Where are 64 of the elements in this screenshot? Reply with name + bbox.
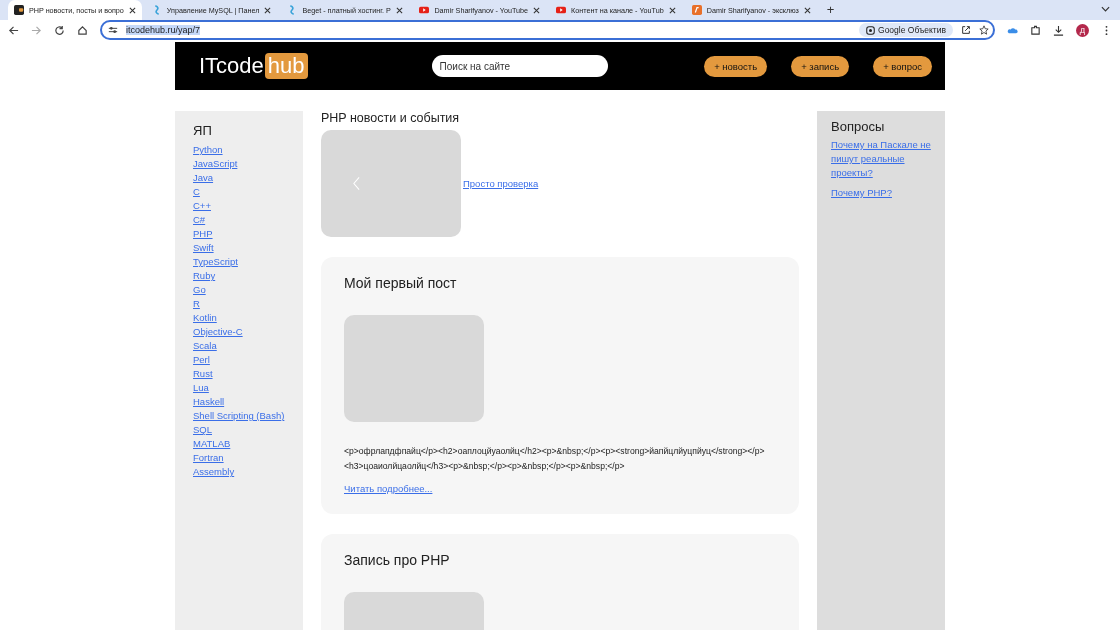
language-link[interactable]: C# [193,213,206,227]
close-icon[interactable] [396,6,404,14]
language-link[interactable]: Haskell [193,395,225,409]
language-link[interactable]: Python [193,143,223,157]
language-link[interactable]: Java [193,171,214,185]
slide-link[interactable]: Просто проверка [463,178,539,189]
sidebar-title: ЯП [193,123,212,138]
language-link[interactable]: Ruby [193,269,216,283]
post-excerpt: <p>офрлапдфпайц</p><h2>оаплоцйуаолйц</h2><p>&nbsp;</p><p><strong>йапйцлйуцпйуц</strong></p><h3>цоаиолйцаолйц</h3><p>&nbsp;</p><p>&nbsp;</p><p>&nbsp;</p> [344,445,766,473]
search-field[interactable]: Поиск на сайте [431,55,608,77]
language-link[interactable]: Rust [193,367,213,381]
lens-chip[interactable]: Google Объектив [859,23,953,37]
new-tab-button[interactable]: + [826,2,835,17]
language-link[interactable]: Lua [193,381,209,395]
address-bar[interactable]: itcodehub.ru/yap/7 Google Объектив [100,20,995,40]
sidebar-title: Вопросы [831,119,885,134]
language-link[interactable]: MATLAB [193,437,231,451]
close-icon[interactable] [264,6,272,14]
star-icon[interactable] [979,25,989,35]
language-link[interactable]: Go [193,283,206,297]
question-link[interactable]: Почему на Паскале не пишут реальные проекты? [831,138,931,180]
home-icon[interactable] [77,24,88,36]
language-link[interactable]: Perl [193,353,210,367]
back-arrow-icon[interactable] [8,24,19,36]
post-title: Мой первый пост [344,275,457,291]
language-link[interactable]: PHP [193,227,213,241]
language-link[interactable]: Fortran [193,451,224,465]
language-link[interactable]: Shell Scripting (Bash) [193,409,285,423]
language-link[interactable]: TypeScript [193,255,238,269]
reload-icon[interactable] [54,24,65,36]
read-more-link[interactable]: Читать подробнее... [344,482,433,496]
add-button[interactable]: + вопрос [873,55,932,77]
close-icon[interactable] [803,6,811,14]
chevron-down-icon[interactable] [1101,6,1110,12]
camera-icon [866,25,875,35]
post-title: Запись про PHP [344,552,450,568]
url-text: itcodehub.ru/yap/7 [126,25,201,35]
language-link[interactable]: C [193,185,200,199]
add-button[interactable]: + запись [791,55,850,77]
close-icon[interactable] [668,6,676,14]
site-logo[interactable]: ITcode hub [199,53,308,79]
close-icon[interactable] [128,6,136,14]
open-external-icon[interactable] [961,25,971,35]
profile-avatar[interactable]: Д [1076,23,1089,37]
puzzle-icon[interactable] [1030,24,1041,36]
language-link[interactable]: Swift [193,241,214,255]
language-link[interactable]: Scala [193,339,217,353]
language-link[interactable]: Objective-C [193,325,243,339]
language-link[interactable]: JavaScript [193,157,238,171]
play-favicon-icon [419,5,430,15]
language-link[interactable]: Kotlin [193,311,217,325]
close-icon[interactable] [533,6,541,14]
play-favicon-icon [556,5,567,15]
download-icon[interactable] [1053,24,1064,36]
add-button[interactable]: + новость [704,55,768,77]
language-link[interactable]: C++ [193,199,211,213]
language-link[interactable]: Assembly [193,465,235,479]
question-link[interactable]: Почему PHP? [831,186,892,200]
site-favicon-icon [14,5,24,15]
section-title: PHP новости и события [321,111,461,125]
language-link[interactable]: R [193,297,200,311]
brand-favicon-icon [691,5,702,15]
site-settings-icon[interactable] [108,25,118,35]
language-link[interactable]: SQL [193,423,212,437]
